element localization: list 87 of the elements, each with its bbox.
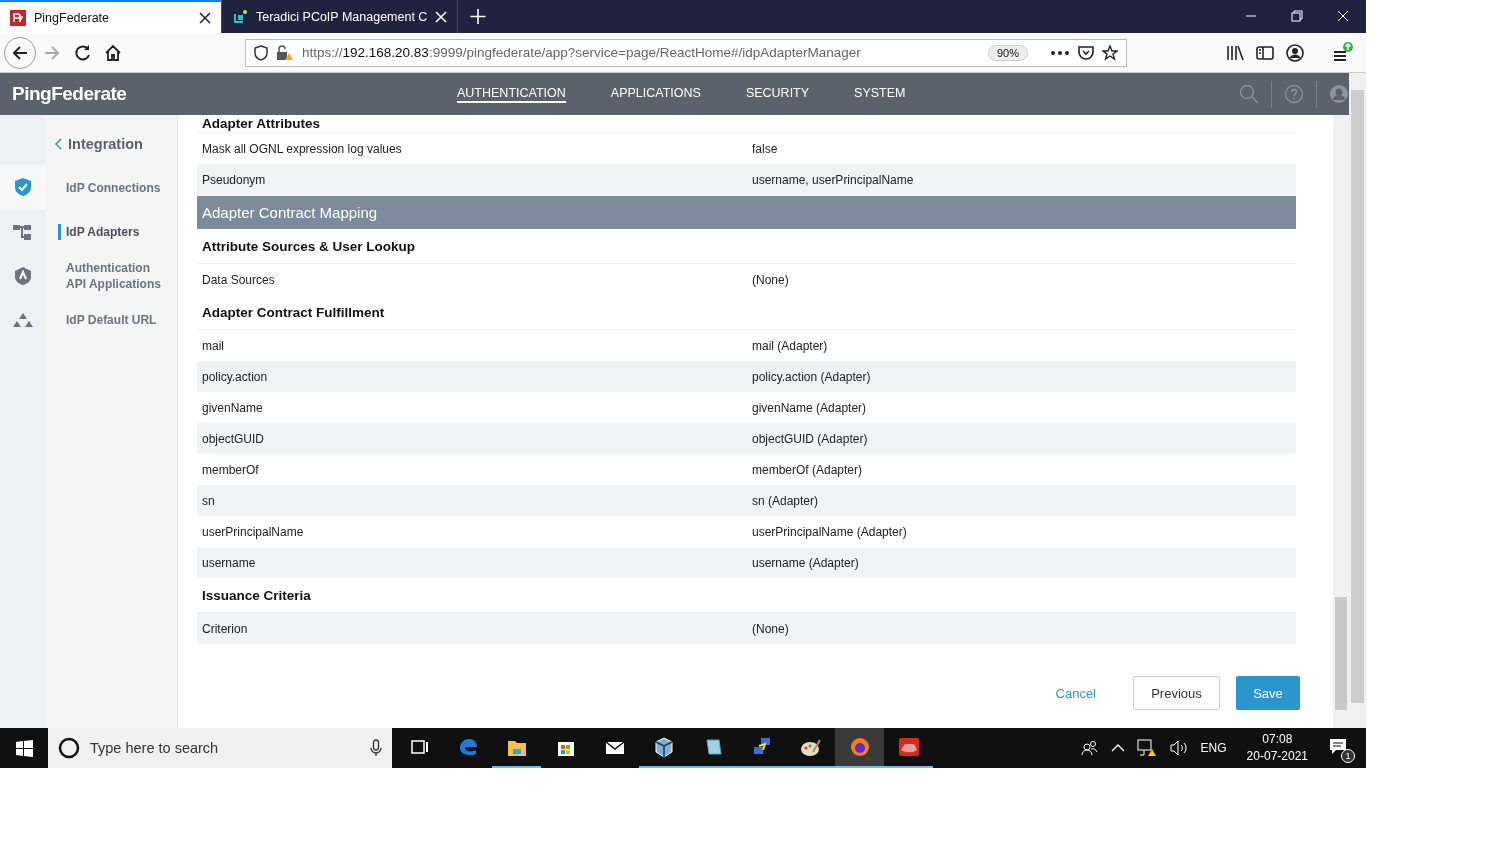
cancel-link[interactable]: Cancel [1049, 684, 1102, 702]
scrollbar[interactable] [1333, 115, 1349, 728]
sidebar-item[interactable]: Authentication API Applications [45, 254, 177, 298]
field-label: username [202, 555, 257, 570]
store-icon [557, 742, 574, 756]
field-value: username, userPrincipalName [752, 172, 914, 187]
cluster-icon[interactable] [12, 311, 33, 330]
field-label: objectGUID [202, 431, 266, 446]
field-value: mail (Adapter) [752, 338, 828, 353]
field-value: userPrincipalName (Adapter) [752, 524, 907, 539]
lock-warning-icon [276, 44, 294, 61]
field-label: Criterion [202, 621, 249, 636]
palette-icon [800, 739, 821, 756]
pocket-icon[interactable] [1078, 44, 1094, 61]
nav-tab[interactable]: AUTHENTICATION [457, 85, 566, 103]
section-heading: Attribute Sources & User Lookup [202, 238, 416, 254]
network-warning-icon[interactable] [1136, 739, 1157, 757]
sidebar-item[interactable]: IdP Default URL [45, 298, 177, 342]
network-icon [753, 738, 770, 754]
field-label: sn [202, 493, 216, 508]
folder-icon [507, 741, 526, 756]
shield-icon [254, 44, 268, 61]
address-field[interactable]: https://192.168.20.83:9999/pingfederate/app?service=page/ReactHome#/idpAdapterManager 90% [245, 38, 1127, 67]
section-heading: Adapter Attributes [202, 116, 320, 131]
scrollbar[interactable] [1349, 73, 1366, 728]
browser-tab[interactable]: PingFederate [0, 0, 222, 33]
chevron-left-icon [54, 138, 62, 150]
field-label: policy.action [202, 369, 269, 384]
microphone-icon[interactable] [370, 739, 382, 757]
field-value: policy.action (Adapter) [752, 369, 871, 384]
library-icon[interactable] [1226, 44, 1244, 61]
field-label: Mask all OGNL expression log values [202, 141, 403, 156]
account-icon[interactable] [1286, 43, 1304, 62]
field-value: objectGUID (Adapter) [752, 431, 868, 446]
shield-check-icon[interactable] [13, 177, 32, 198]
clock[interactable]: 07:08 20-07-2021 [1246, 731, 1308, 765]
edge-icon [459, 739, 477, 756]
mail-icon [604, 741, 625, 754]
sidebar-item[interactable]: IdP Connections [45, 166, 177, 210]
field-label: mail [202, 338, 225, 353]
redhat-icon [898, 738, 919, 756]
back-link[interactable]: Integration [45, 136, 177, 152]
more-icon[interactable] [1050, 49, 1070, 56]
nav-tab[interactable]: SYSTEM [854, 85, 906, 103]
taskbar-search-field[interactable]: Type here to search [48, 728, 392, 768]
field-label: Pseudonym [202, 172, 267, 187]
pf-favicon-icon [10, 9, 26, 26]
home-icon[interactable] [104, 43, 122, 62]
zoom-badge[interactable]: 90% [987, 44, 1028, 61]
field-value: (None) [752, 621, 789, 636]
section-heading: Adapter Contract Fulfillment [202, 304, 385, 320]
field-label: givenName [202, 400, 264, 415]
star-icon[interactable] [1102, 44, 1118, 61]
section-bar: Adapter Contract Mapping [197, 195, 1296, 229]
sidebar-icon[interactable] [1256, 44, 1274, 61]
field-label: userPrincipalName [202, 524, 305, 539]
arrow-left-icon [11, 43, 29, 62]
field-value: username (Adapter) [752, 555, 859, 570]
save-button[interactable]: Save [1236, 676, 1300, 710]
cortana-icon [58, 737, 80, 759]
windows-start-icon[interactable] [15, 739, 33, 757]
shield-icon[interactable] [13, 266, 32, 287]
field-label: memberOf [202, 462, 260, 477]
sidebar-item[interactable]: IdP Adapters [45, 210, 177, 254]
nav-tab[interactable]: SECURITY [745, 85, 810, 103]
favicon-icon [232, 8, 248, 25]
language-indicator[interactable]: ENG [1200, 741, 1227, 755]
section-heading: Issuance Criteria [202, 587, 311, 603]
task-view-icon [410, 740, 428, 754]
close-icon[interactable] [199, 11, 211, 24]
field-value: givenName (Adapter) [752, 400, 867, 415]
notification-badge[interactable]: 1 [1328, 736, 1352, 760]
field-value: false [752, 141, 778, 156]
field-value: sn (Adapter) [752, 493, 819, 508]
app-logo[interactable]: PingFederate [0, 83, 457, 105]
field-value: memberOf (Adapter) [752, 462, 863, 477]
cube-icon [654, 737, 673, 758]
volume-icon[interactable] [1168, 740, 1189, 756]
firefox-icon [850, 738, 869, 756]
field-label: Data Sources [202, 272, 276, 287]
people-icon[interactable] [1080, 740, 1099, 756]
previous-button[interactable]: Previous [1133, 676, 1220, 710]
nav-tab[interactable]: APPLICATIONS [610, 85, 701, 103]
hierarchy-icon[interactable] [12, 222, 33, 241]
notepad-icon [706, 739, 721, 755]
chevron-up-icon[interactable] [1110, 743, 1125, 753]
field-value: (None) [752, 272, 789, 287]
